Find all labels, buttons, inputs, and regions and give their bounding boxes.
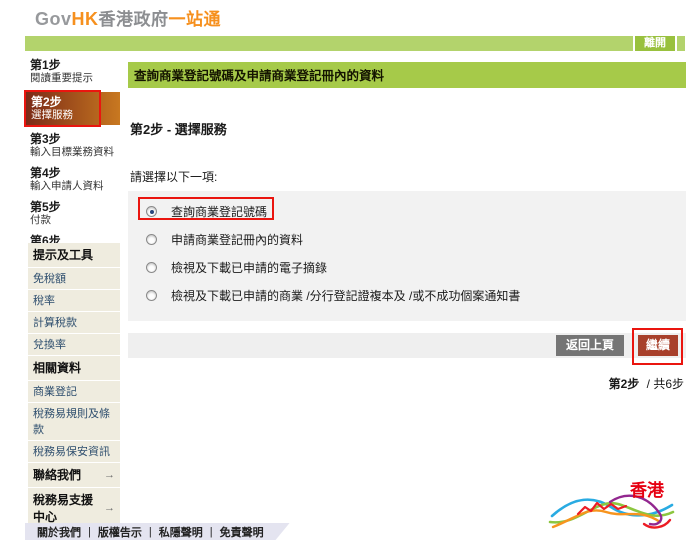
step-label: 付款 xyxy=(30,214,118,226)
brand-hongkong-text: 香港 xyxy=(630,480,665,500)
footer-link-copyright[interactable]: 版權告示 xyxy=(98,524,142,540)
step-item-4: 第4步 輸入申請人資料 xyxy=(28,166,120,193)
page: GovHK香港政府一站通 離開 第1步 閱讀重要提示 第2步 選擇服務 第3步 … xyxy=(0,0,700,540)
sidebar-link-label: 稅務易規則及條款 xyxy=(33,405,115,437)
progress-total-steps: / 共6步 xyxy=(647,377,684,391)
sidebar-link-label: 稅務易支援中心 xyxy=(33,491,102,525)
logo-hk-text: HK xyxy=(72,9,99,29)
radio-button[interactable] xyxy=(146,290,157,301)
sidebar-item-tax-computation[interactable]: 計算稅款 xyxy=(28,312,120,333)
step-label: 閱讀重要提示 xyxy=(30,72,118,84)
option-label[interactable]: 申請商業登記冊內的資料 xyxy=(171,231,303,248)
sidebar-menu: 提示及工具 免稅額 稅率 計算稅款 兌換率 相關資料 商業登記 稅務易規則及條款… xyxy=(28,243,120,540)
brand-ribbon-icon: 香港 xyxy=(548,476,678,534)
step-number: 第3步 xyxy=(30,133,118,146)
options-panel: 查詢商業登記號碼 申請商業登記冊內的資料 檢視及下載已申請的電子摘錄 檢視及下載… xyxy=(128,191,686,321)
step-number: 第4步 xyxy=(30,167,118,180)
sidebar-link-label: 稅率 xyxy=(33,292,55,308)
step-heading: 第2步 - 選擇服務 xyxy=(130,119,686,138)
radio-button[interactable] xyxy=(146,234,157,245)
footer-link-about-us[interactable]: 關於我們 xyxy=(37,524,81,540)
sidebar-item-business-registration[interactable]: 商業登記 xyxy=(28,381,120,402)
step-item-1: 第1步 閱讀重要提示 xyxy=(28,58,120,85)
step-progress-indicator: 第2步 / 共6步 xyxy=(128,375,686,392)
arrow-right-icon: → xyxy=(104,502,115,514)
option-label[interactable]: 檢視及下載已申請的電子摘錄 xyxy=(171,259,327,276)
sidebar-link-label: 兌換率 xyxy=(33,336,66,352)
exit-button[interactable]: 離開 xyxy=(635,36,675,51)
main-content: 查詢商業登記號碼及申請商業登記冊內的資料 第2步 - 選擇服務 請選擇以下一項:… xyxy=(128,62,686,392)
footer-separator: | xyxy=(210,526,213,538)
select-prompt: 請選擇以下一項: xyxy=(130,168,686,185)
red-highlight-frame xyxy=(138,197,274,220)
sidebar-header-related-info: 相關資料 xyxy=(28,356,120,380)
option-label[interactable]: 檢視及下載已申請的商業 /分行登記證複本及 /或不成功個案通知書 xyxy=(171,287,520,304)
option-row-certificate-copies[interactable]: 檢視及下載已申請的商業 /分行登記證複本及 /或不成功個案通知書 xyxy=(136,283,678,308)
continue-button-wrap: 繼續 xyxy=(638,335,678,356)
sidebar-link-label: 計算稅款 xyxy=(33,314,77,330)
sidebar-item-exchange-rate[interactable]: 兌換率 xyxy=(28,334,120,355)
sidebar-header-label: 提示及工具 xyxy=(33,246,93,263)
radio-button[interactable] xyxy=(146,262,157,273)
step-label: 輸入申請人資料 xyxy=(30,180,118,192)
footer-link-privacy[interactable]: 私隱聲明 xyxy=(159,524,203,540)
sidebar-item-etax-help-desk[interactable]: 稅務易支援中心 → xyxy=(28,488,120,529)
step-number: 第1步 xyxy=(30,59,118,72)
sidebar-link-label: 稅務易保安資訊 xyxy=(33,443,110,459)
option-row-br-number[interactable]: 查詢商業登記號碼 xyxy=(136,199,678,224)
step-item-3: 第3步 輸入目標業務資料 xyxy=(28,132,120,159)
sidebar-item-etax-security[interactable]: 稅務易保安資訊 xyxy=(28,441,120,462)
logo-chinese-grey: 香港政府 xyxy=(99,10,169,29)
footer-link-bar: 關於我們 | 版權告示 | 私隱聲明 | 免責聲明 xyxy=(25,523,290,540)
sidebar-header-tips-tools: 提示及工具 xyxy=(28,243,120,267)
step-number: 第5步 xyxy=(30,201,118,214)
sidebar-item-contact-us[interactable]: 聯絡我們 → xyxy=(28,463,120,487)
step-label: 輸入目標業務資料 xyxy=(30,146,118,158)
option-row-br-register-info[interactable]: 申請商業登記冊內的資料 xyxy=(136,227,678,252)
footer-link-disclaimer[interactable]: 免責聲明 xyxy=(220,524,264,540)
sidebar-item-tax-rates[interactable]: 稅率 xyxy=(28,290,120,311)
back-button[interactable]: 返回上頁 xyxy=(556,335,624,356)
sidebar-header-label: 相關資料 xyxy=(33,359,81,376)
footer-separator: | xyxy=(88,526,91,538)
red-highlight-frame xyxy=(24,90,101,127)
footer-separator: | xyxy=(149,526,152,538)
step-item-2-current: 第2步 選擇服務 xyxy=(26,92,120,125)
top-green-bar: 離開 xyxy=(25,36,685,51)
step-item-5: 第5步 付款 xyxy=(28,200,120,227)
logo-gov-text: Gov xyxy=(35,9,72,29)
red-highlight-frame xyxy=(632,328,683,365)
arrow-right-icon: → xyxy=(104,469,115,481)
brand-hongkong-logo: 香港 xyxy=(548,476,678,534)
sidebar-item-allowances[interactable]: 免稅額 xyxy=(28,268,120,289)
govhk-logo: GovHK香港政府一站通 xyxy=(35,5,221,30)
sidebar-link-label: 商業登記 xyxy=(33,383,77,399)
sidebar-link-label: 免稅額 xyxy=(33,270,66,286)
sidebar-link-label: 聯絡我們 xyxy=(33,466,81,483)
option-row-e-extracts[interactable]: 檢視及下載已申請的電子摘錄 xyxy=(136,255,678,280)
action-button-band: 返回上頁 繼續 xyxy=(128,333,686,358)
sidebar-item-etax-terms[interactable]: 稅務易規則及條款 xyxy=(28,403,120,440)
logo-chinese-orange: 一站通 xyxy=(169,10,222,29)
progress-current-step: 第2步 xyxy=(609,377,640,391)
page-title: 查詢商業登記號碼及申請商業登記冊內的資料 xyxy=(128,62,686,88)
step-wizard-list: 第1步 閱讀重要提示 第2步 選擇服務 第3步 輸入目標業務資料 第4步 輸入申… xyxy=(28,58,120,268)
